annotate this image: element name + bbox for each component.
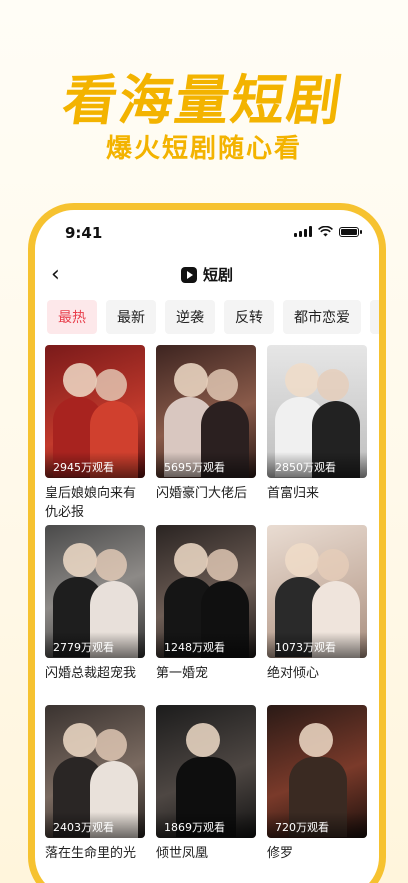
drama-poster[interactable]: 1248万观看: [156, 525, 256, 658]
view-count: 1248万观看: [156, 632, 256, 658]
drama-title[interactable]: 闪婚豪门大佬后: [156, 484, 256, 503]
drama-card[interactable]: 2945万观看 皇后娘娘向来有仇必报: [45, 345, 145, 525]
drama-card[interactable]: 2403万观看 落在生命里的光: [45, 705, 145, 883]
hero-subtitle: 爆火短剧随心看: [105, 134, 302, 164]
drama-card[interactable]: 720万观看 修罗: [267, 705, 367, 883]
drama-title[interactable]: 皇后娘娘向来有仇必报: [45, 484, 145, 522]
drama-poster[interactable]: 2403万观看: [45, 705, 145, 838]
drama-poster[interactable]: 1869万观看: [156, 705, 256, 838]
hero-title: 看海量短剧: [58, 69, 348, 132]
phone-frame: 9:41 ‹ 短剧 最热 最新 逆袭 反转 都市恋爱 穿: [28, 203, 386, 883]
drama-title[interactable]: 闪婚总裁超宠我: [45, 664, 145, 683]
drama-poster[interactable]: 720万观看: [267, 705, 367, 838]
view-count: 2403万观看: [45, 812, 145, 838]
battery-icon: [339, 226, 362, 237]
drama-title[interactable]: 首富归来: [267, 484, 367, 503]
signal-icon: [294, 226, 312, 237]
drama-poster[interactable]: 2945万观看: [45, 345, 145, 478]
tab-time-travel[interactable]: 穿: [370, 300, 379, 334]
status-bar: 9:41: [35, 210, 379, 254]
drama-title[interactable]: 第一婚宠: [156, 664, 256, 683]
tab-comeback[interactable]: 逆袭: [165, 300, 215, 334]
drama-card[interactable]: 2779万观看 闪婚总裁超宠我: [45, 525, 145, 705]
drama-card[interactable]: 5695万观看 闪婚豪门大佬后: [156, 345, 256, 525]
drama-title[interactable]: 绝对倾心: [267, 664, 367, 683]
view-count: 1073万观看: [267, 632, 367, 658]
category-tabs: 最热 最新 逆袭 反转 都市恋爱 穿: [47, 300, 379, 334]
nav-bar: ‹ 短剧: [35, 258, 379, 294]
view-count: 720万观看: [267, 812, 367, 838]
drama-poster[interactable]: 2850万观看: [267, 345, 367, 478]
drama-card[interactable]: 1073万观看 绝对倾心: [267, 525, 367, 705]
view-count: 2850万观看: [267, 452, 367, 478]
drama-title[interactable]: 修罗: [267, 844, 367, 863]
view-count: 2945万观看: [45, 452, 145, 478]
tab-newest[interactable]: 最新: [106, 300, 156, 334]
view-count: 5695万观看: [156, 452, 256, 478]
drama-card[interactable]: 2850万观看 首富归来: [267, 345, 367, 525]
drama-card[interactable]: 1869万观看 倾世凤凰: [156, 705, 256, 883]
tab-twist[interactable]: 反转: [224, 300, 274, 334]
page-title-text: 短剧: [202, 266, 233, 284]
drama-title[interactable]: 倾世凤凰: [156, 844, 256, 863]
drama-poster[interactable]: 5695万观看: [156, 345, 256, 478]
status-icons: [294, 226, 362, 237]
view-count: 2779万观看: [45, 632, 145, 658]
drama-poster[interactable]: 1073万观看: [267, 525, 367, 658]
drama-grid: 2945万观看 皇后娘娘向来有仇必报 5695万观看 闪婚豪门大佬后 2850万…: [45, 345, 367, 883]
tab-urban-romance[interactable]: 都市恋爱: [283, 300, 361, 334]
wifi-icon: [318, 226, 333, 237]
tab-hot[interactable]: 最热: [47, 300, 97, 334]
page-title: 短剧: [35, 264, 379, 285]
drama-card[interactable]: 1248万观看 第一婚宠: [156, 525, 256, 705]
status-time: 9:41: [65, 224, 103, 242]
view-count: 1869万观看: [156, 812, 256, 838]
drama-poster[interactable]: 2779万观看: [45, 525, 145, 658]
drama-title[interactable]: 落在生命里的光: [45, 844, 145, 863]
play-icon: [180, 266, 197, 283]
